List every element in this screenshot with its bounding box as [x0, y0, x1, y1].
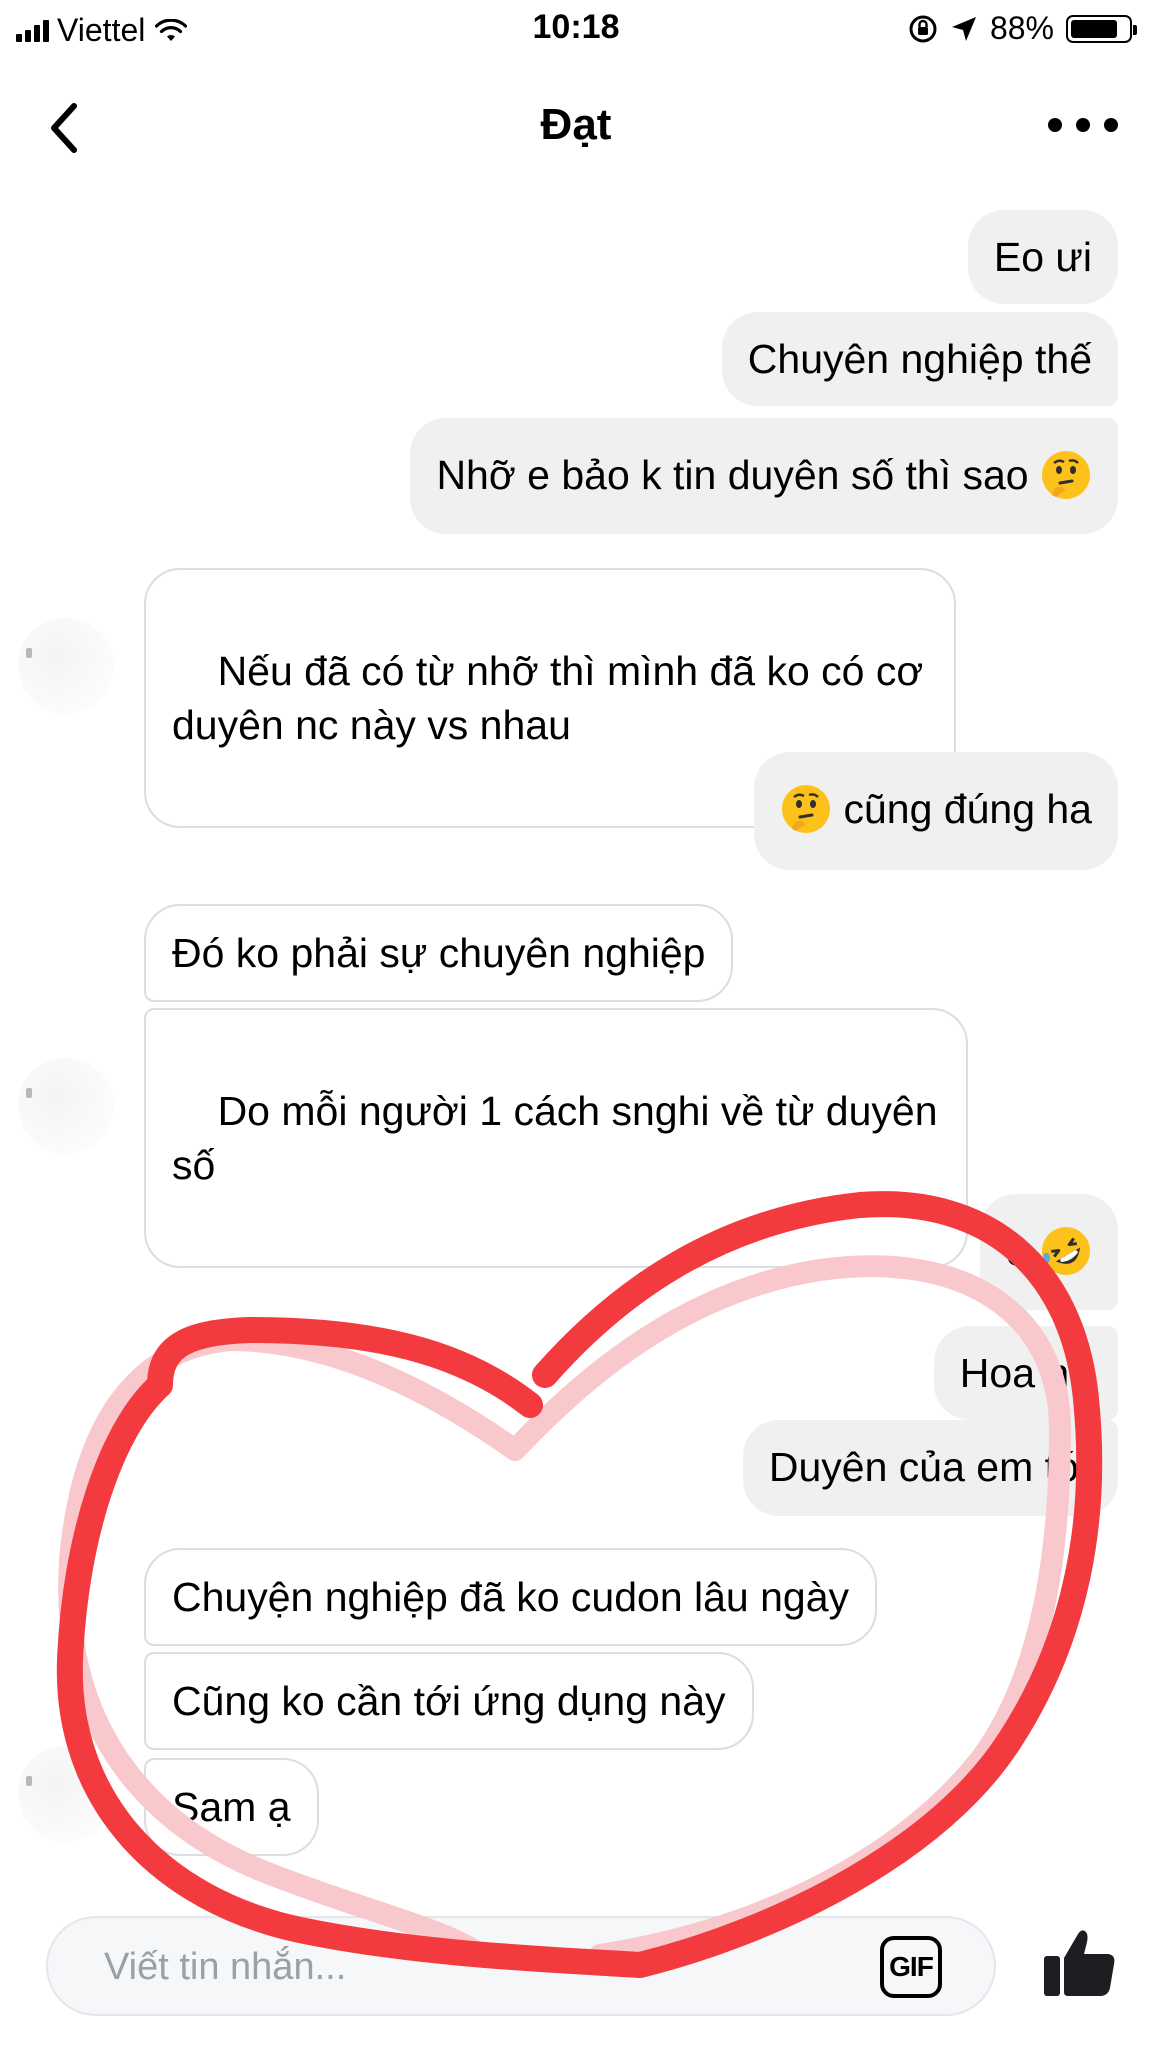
location-arrow-icon	[951, 16, 976, 41]
thumbs-up-icon	[1044, 1930, 1115, 1996]
more-dots-icon	[1048, 118, 1062, 132]
message-input[interactable]	[102, 1938, 806, 1996]
message-bubble-out[interactable]: Hoa ha	[933, 1326, 1118, 1420]
like-button[interactable]	[1040, 1922, 1120, 2002]
message-text: Do mỗi người 1 cách snghi về từ duyên số	[172, 1088, 949, 1188]
message-bubble-out[interactable]: Duyên của em tới	[742, 1420, 1118, 1516]
gif-button[interactable]: GIF	[880, 1936, 942, 1998]
message-text: Cũng ko cần tới ứng dụng này	[172, 1678, 726, 1724]
conversation-title[interactable]: Đạt	[0, 100, 1152, 150]
status-right: 88%	[908, 10, 1137, 47]
message-text: Sam ạ	[172, 1784, 291, 1830]
message-text: cũng đúng ha	[843, 786, 1092, 832]
message-composer: GIF	[46, 1916, 996, 2016]
message-bubble-out[interactable]: Chuyên nghiệp thế	[721, 312, 1118, 406]
message-text: Eo ưi	[993, 234, 1092, 280]
battery-level	[1071, 19, 1117, 38]
message-bubble-in[interactable]: Sam ạ	[144, 1758, 319, 1856]
status-bar: Viettel 10:18 88%	[0, 0, 1152, 58]
message-text: Nhỡ e bảo k tin duyên số thì sao	[436, 452, 1029, 498]
message-text: Duyên của em tới	[768, 1444, 1092, 1490]
contact-avatar[interactable]	[18, 1058, 114, 1154]
contact-avatar[interactable]	[18, 618, 114, 714]
message-bubble-out[interactable]: cũng đúng ha	[754, 752, 1118, 870]
message-bubble-in[interactable]: Đó ko phải sự chuyên nghiệp	[144, 904, 734, 1002]
message-bubble-out[interactable]: Eo ưi	[967, 210, 1118, 304]
message-text: Chuyên nghiệp thế	[747, 336, 1092, 382]
chat-header: Đạt	[0, 70, 1152, 186]
thinking-face-icon	[1042, 451, 1090, 500]
orientation-lock-icon	[909, 15, 937, 42]
battery-percent: 88%	[989, 10, 1054, 46]
message-text: Đó ko phải sự chuyên nghiệp	[172, 930, 706, 976]
rolling-laughing-face-icon	[1042, 1227, 1090, 1276]
message-text: Nếu đã có từ nhỡ thì mình đã ko có cơ du…	[172, 648, 935, 748]
more-options-button[interactable]	[1048, 110, 1118, 140]
message-bubble-in[interactable]: Cũng ko cần tới ứng dụng này	[144, 1652, 754, 1750]
message-text: Hoa ha	[959, 1350, 1092, 1396]
battery-icon	[1066, 14, 1137, 43]
contact-avatar[interactable]	[18, 1746, 114, 1842]
message-bubble-out[interactable]: Nhỡ e bảo k tin duyên số thì sao	[410, 418, 1118, 534]
message-text: ồ	[1005, 1228, 1029, 1274]
message-text: Chuyện nghiệp đã ko cudon lâu ngày	[172, 1574, 850, 1620]
message-bubble-in[interactable]: Do mỗi người 1 cách snghi về từ duyên số	[144, 1008, 968, 1268]
thinking-face-icon	[782, 785, 831, 834]
message-bubble-out[interactable]: ồ	[979, 1194, 1118, 1310]
message-bubble-in[interactable]: Chuyện nghiệp đã ko cudon lâu ngày	[144, 1548, 878, 1646]
